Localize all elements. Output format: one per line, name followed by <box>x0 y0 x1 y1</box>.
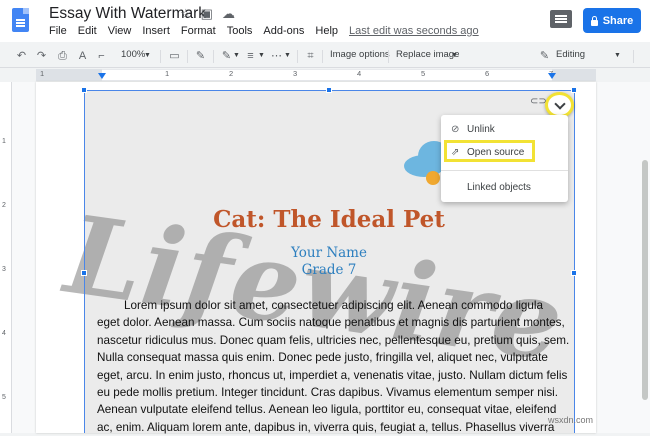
menu-insert[interactable]: Insert <box>142 25 170 37</box>
menu-help[interactable]: Help <box>315 25 338 37</box>
open-source-highlight <box>444 140 535 162</box>
resize-handle[interactable] <box>326 87 332 93</box>
essay-body[interactable]: Lorem ipsum dolor sit amet, consectetuer… <box>97 297 572 436</box>
vertical-ruler: 1 2 3 4 5 <box>0 82 12 433</box>
body-line: eget dolor. Aenean massa. Cum sociis nat… <box>97 316 565 330</box>
ruler-number: 3 <box>293 69 298 78</box>
docs-logo-icon[interactable] <box>12 8 29 32</box>
comment-history-icon[interactable] <box>550 10 572 28</box>
vruler-number: 4 <box>2 330 6 337</box>
horizontal-ruler: 1 1 2 3 4 5 6 7 <box>0 68 650 82</box>
ruler-number: 1 <box>165 69 170 78</box>
print-icon[interactable]: ⎙ <box>56 50 69 62</box>
editing-mode-select[interactable]: Editing <box>556 49 585 60</box>
scrollbar-thumb[interactable] <box>642 160 648 400</box>
mode-dropdown-icon[interactable]: ▼ <box>614 52 621 59</box>
toolbar: ↶ ↷ ⎙ A ⌐ 100% ▼ ▭ ✎ ✎ ▼ ≡ ▼ ⋯ ▼ ⌗ Image… <box>0 44 650 68</box>
menu-bar: File Edit View Insert Format Tools Add-o… <box>49 25 479 37</box>
border-dash-dropdown-icon[interactable]: ▼ <box>284 52 291 59</box>
body-line: Nulla consequat massa quis enim. Donec p… <box>97 351 548 365</box>
body-line: nascetur ridiculus mus. Donec quam felis… <box>97 333 570 347</box>
highlight-pen-icon[interactable]: ✎ <box>194 50 207 62</box>
menu-edit[interactable]: Edit <box>78 25 97 37</box>
site-watermark: wsxdn.com <box>548 415 594 425</box>
vruler-number: 3 <box>2 266 6 273</box>
body-line: ac, enim. Aliquam lorem ante, dapibus in… <box>97 420 555 434</box>
menu-add-ons[interactable]: Add-ons <box>263 25 304 37</box>
right-indent-marker[interactable] <box>548 73 556 79</box>
menu-file[interactable]: File <box>49 25 67 37</box>
move-folder-icon[interactable]: ▣ <box>201 6 213 22</box>
editing-pencil-icon[interactable]: ✎ <box>538 50 551 62</box>
crop-icon[interactable]: ⌗ <box>304 50 317 62</box>
border-weight-dropdown-icon[interactable]: ▼ <box>258 52 265 59</box>
ruler-number: 1 <box>40 69 45 78</box>
replace-image-dropdown-icon[interactable]: ▼ <box>451 52 458 59</box>
app-header: Essay With Watermark ☆ ▣ ☁ File Edit Vie… <box>0 0 650 42</box>
share-button[interactable]: Share <box>583 8 641 33</box>
zoom-dropdown-icon[interactable]: ▼ <box>144 52 151 59</box>
vruler-number: 5 <box>2 394 6 401</box>
replace-image-button[interactable]: Replace image <box>396 49 459 60</box>
menu-view[interactable]: View <box>108 25 132 37</box>
body-line: eget, arcu. In enim justo, rhoncus ut, i… <box>97 368 568 382</box>
undo-icon[interactable]: ↶ <box>15 50 28 62</box>
unlink-icon: ⊘ <box>451 123 460 135</box>
vruler-number: 2 <box>2 202 6 209</box>
menu-tools[interactable]: Tools <box>227 25 253 37</box>
body-line: eu pede mollis pretium. Integer tincidun… <box>97 386 559 400</box>
linked-objects-item[interactable]: Linked objects <box>467 182 531 193</box>
lock-icon <box>590 15 598 26</box>
add-comment-icon[interactable]: ▭ <box>168 50 181 62</box>
ruler-number: 5 <box>421 69 426 78</box>
spellcheck-icon[interactable]: A <box>76 50 89 62</box>
star-icon[interactable]: ☆ <box>180 6 192 22</box>
vruler-number: 1 <box>2 138 6 145</box>
image-options-button[interactable]: Image options <box>330 49 390 60</box>
unlink-label: Unlink <box>467 124 495 135</box>
redo-icon[interactable]: ↷ <box>35 50 48 62</box>
author-name: Your Name <box>291 245 367 261</box>
border-weight-icon[interactable]: ≡ <box>244 50 257 62</box>
cloud-status-icon[interactable]: ☁ <box>222 6 235 22</box>
border-color-icon[interactable]: ✎ <box>220 50 233 62</box>
essay-title: Cat: The Ideal Pet <box>213 206 445 233</box>
body-line: Aenean vulputate eleifend tellus. Aenean… <box>97 403 557 417</box>
menu-format[interactable]: Format <box>181 25 216 37</box>
paint-format-icon[interactable]: ⌐ <box>95 50 108 62</box>
border-color-dropdown-icon[interactable]: ▼ <box>233 52 240 59</box>
zoom-select[interactable]: 100% <box>121 49 145 60</box>
share-label: Share <box>602 14 634 27</box>
linked-objects-label: Linked objects <box>467 182 531 193</box>
ruler-number: 4 <box>357 69 362 78</box>
left-indent-marker[interactable] <box>98 73 106 79</box>
resize-handle[interactable] <box>81 87 87 93</box>
body-line: Lorem ipsum dolor sit amet, consectetuer… <box>124 299 544 312</box>
last-edit-link[interactable]: Last edit was seconds ago <box>349 25 479 37</box>
ruler-number: 6 <box>485 69 490 78</box>
resize-handle[interactable] <box>571 87 577 93</box>
ruler-number: 2 <box>229 69 234 78</box>
unlink-item[interactable]: ⊘ Unlink <box>451 124 495 135</box>
grade-level: Grade 7 <box>301 262 357 278</box>
border-dash-icon[interactable]: ⋯ <box>270 50 283 62</box>
